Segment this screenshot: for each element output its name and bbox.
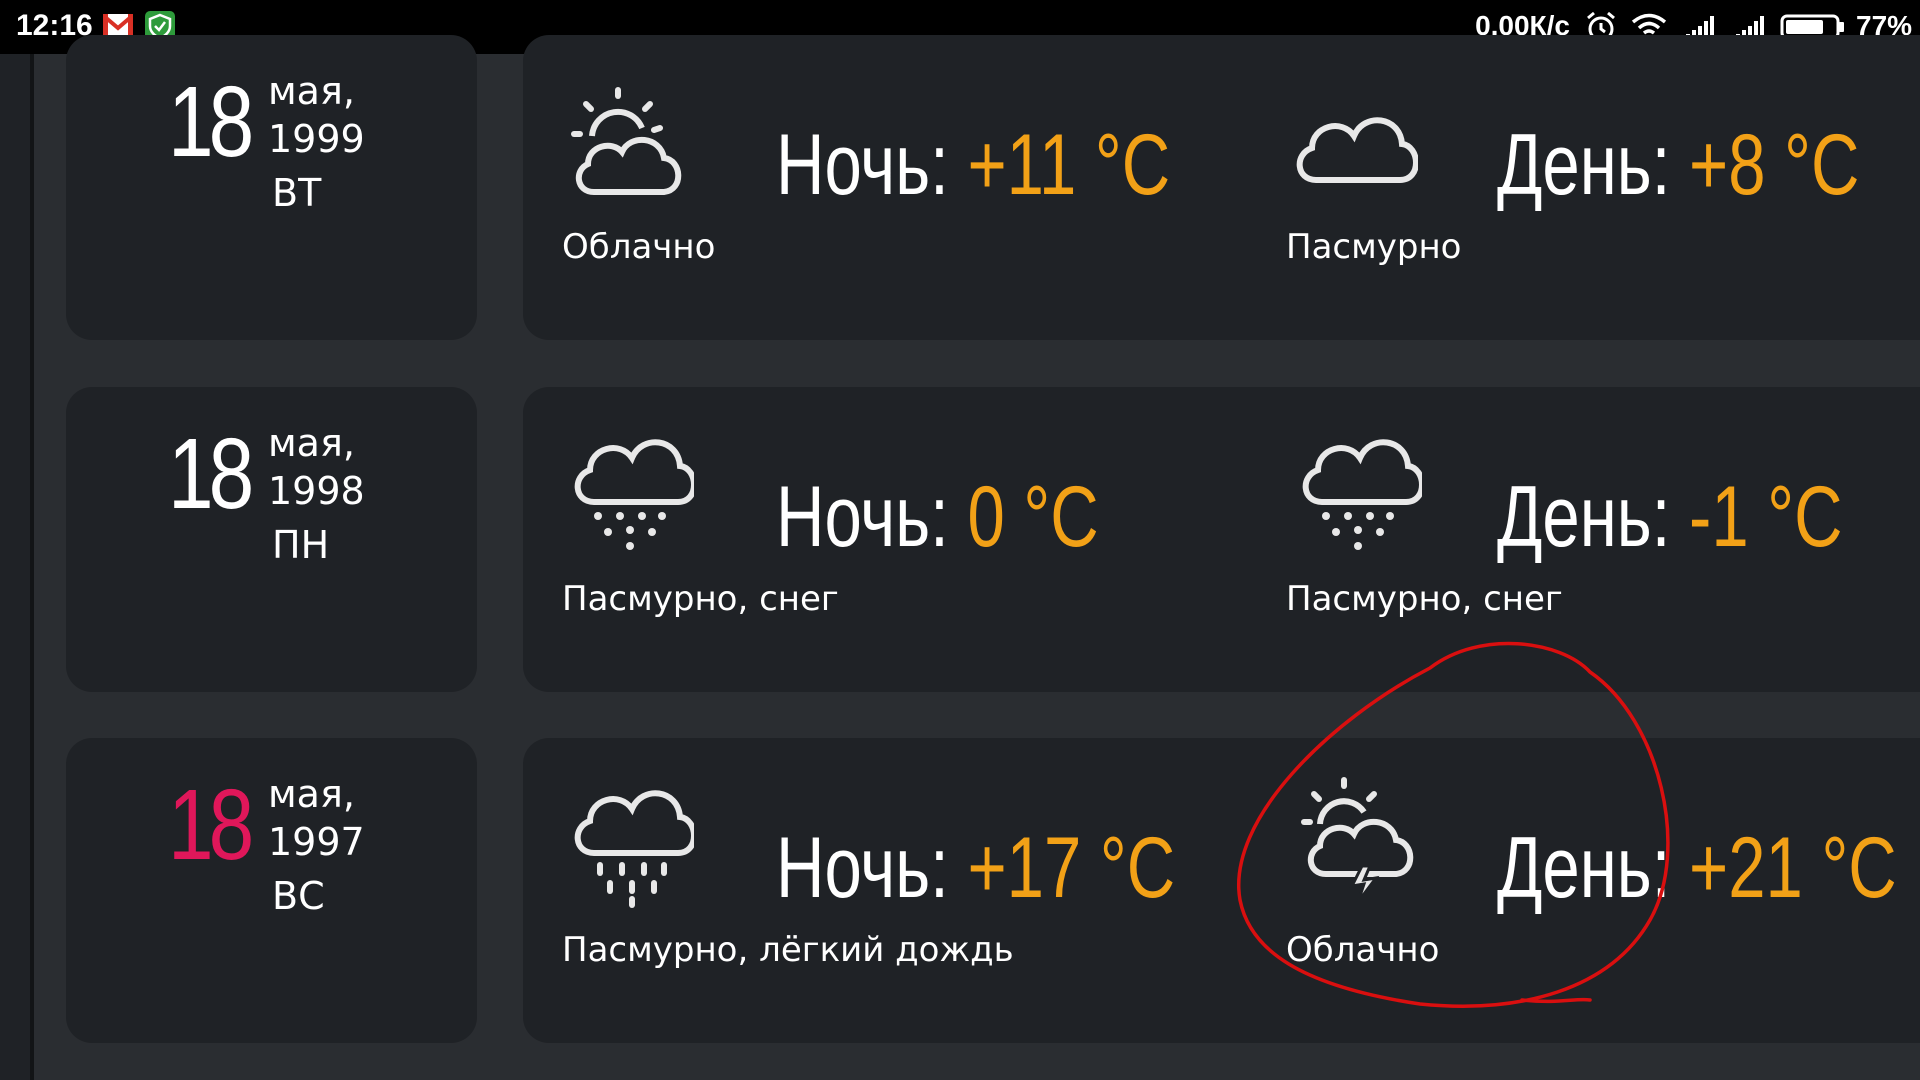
date-card[interactable]: 18 мая, 1997 ВС (66, 738, 477, 1043)
weekday: ПН (272, 523, 330, 567)
snow-cloud-icon (574, 439, 694, 550)
day-label: День: (1497, 469, 1671, 565)
month: мая, (268, 69, 355, 113)
partly-cloudy-icon (571, 87, 682, 195)
history-row: 18 мая, 1998 ПН Пасмурно, снег Ночь: 0 °… (0, 387, 1920, 692)
snow-cloud-icon (1302, 439, 1422, 550)
temperature-value: -1 °C (1689, 469, 1843, 565)
temperature-value: +17 °C (967, 820, 1176, 916)
night-temperature: Ночь: 0 °C (776, 468, 1099, 567)
day-label: День: (1497, 117, 1671, 213)
history-row: 18 мая, 1997 ВС Пасмурно, лёгкий дождь Н… (0, 738, 1920, 1043)
year: 1997 (268, 820, 365, 864)
weekday: ВС (272, 874, 325, 918)
temperature-value: +11 °C (967, 117, 1171, 213)
month: мая, (268, 421, 355, 465)
day-temperature: День: +8 °C (1497, 116, 1859, 215)
date-card[interactable]: 18 мая, 1999 ВТ (66, 35, 477, 340)
weather-description: Облачно (562, 227, 716, 267)
day-number: 18 (168, 769, 254, 881)
night-temperature: Ночь: +17 °C (776, 819, 1175, 918)
year: 1998 (268, 469, 365, 513)
night-temperature: Ночь: +11 °C (776, 116, 1170, 215)
thunder-partly-cloudy-icon (1301, 777, 1414, 903)
weather-description: Пасмурно, снег (562, 579, 839, 619)
night-label: Ночь: (776, 117, 949, 213)
rain-cloud-icon (574, 790, 694, 908)
weather-description: Пасмурно, лёгкий дождь (562, 930, 1014, 970)
weather-description: Пасмурно, снег (1286, 579, 1563, 619)
temperature-value: +21 °C (1689, 820, 1897, 916)
weather-description: Облачно (1286, 930, 1440, 970)
day-temperature: День: -1 °C (1497, 468, 1843, 567)
temperature-value: +8 °C (1689, 117, 1860, 213)
night-label: Ночь: (776, 469, 949, 565)
weekday: ВТ (272, 171, 322, 215)
day-label: День: (1497, 820, 1671, 916)
history-row: 18 мая, 1999 ВТ Облачно Ночь: +11 °C Пас… (0, 35, 1920, 340)
cloud-icon (1296, 117, 1418, 183)
day-temperature: День: +21 °C (1497, 819, 1897, 918)
day-number: 18 (168, 66, 254, 178)
temperature-value: 0 °C (967, 469, 1099, 565)
month: мая, (268, 772, 355, 816)
weather-description: Пасмурно (1286, 227, 1462, 267)
date-card[interactable]: 18 мая, 1998 ПН (66, 387, 477, 692)
night-label: Ночь: (776, 820, 949, 916)
year: 1999 (268, 117, 365, 161)
day-number: 18 (168, 418, 254, 530)
